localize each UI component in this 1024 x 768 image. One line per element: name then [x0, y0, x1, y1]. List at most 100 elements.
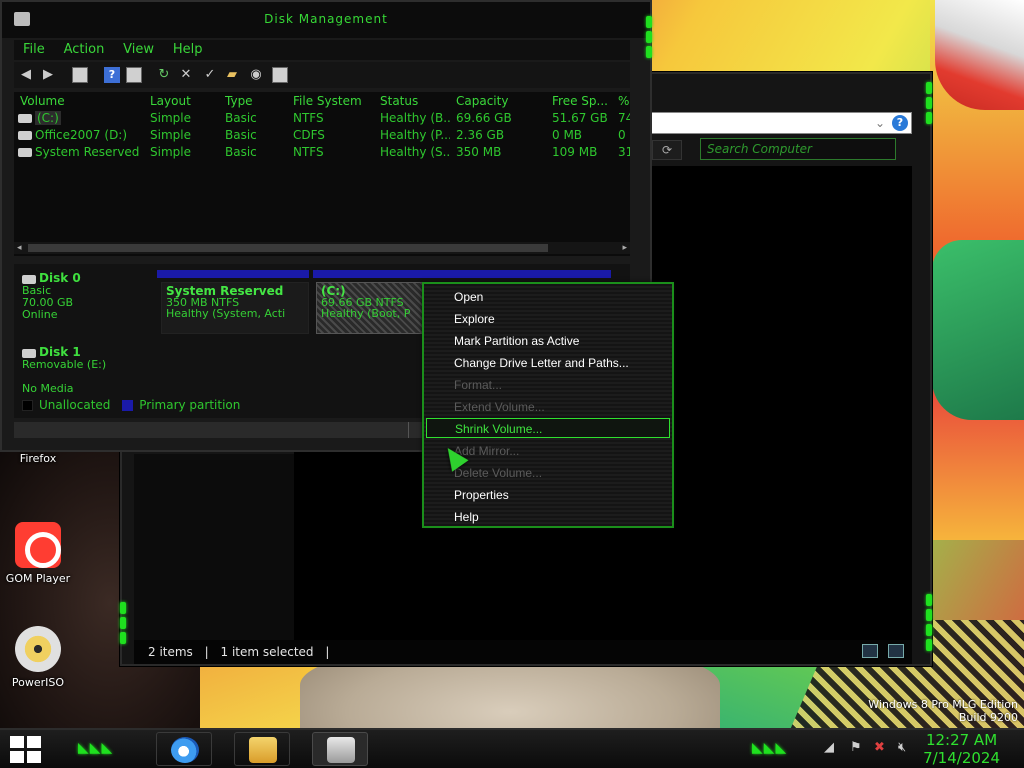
navigation-pane[interactable]: [134, 454, 294, 640]
open-folder-icon[interactable]: ▰: [224, 67, 240, 83]
show-hidden-icons-icon[interactable]: ◢: [824, 740, 834, 755]
column-header-capacity[interactable]: Capacity: [456, 94, 508, 108]
desktop-icon-label: PowerISO: [11, 676, 65, 689]
menu-item-help[interactable]: Help: [426, 507, 670, 527]
network-disconnected-icon[interactable]: ✖: [874, 740, 885, 755]
wallpaper-tube: [935, 0, 1024, 110]
refresh-button[interactable]: ⟳: [652, 140, 682, 160]
taskbar: ◣◣◣ ◣◣◣ ◢ ⚑ ✖ 🔇︎ 12:27 AM 7/14/2024: [0, 728, 1024, 768]
menu-help[interactable]: Help: [173, 40, 203, 60]
partition-context-menu: Open Explore Mark Partition as Active Ch…: [422, 282, 674, 528]
column-header-volume[interactable]: Volume: [20, 94, 65, 108]
taskbar-file-explorer[interactable]: [234, 732, 290, 766]
column-header-free-space[interactable]: Free Sp...: [552, 94, 608, 108]
internet-explorer-icon: [171, 737, 199, 763]
table-row[interactable]: (C:) Simple Basic NTFS Healthy (B... 69.…: [14, 111, 630, 128]
forward-arrow-icon[interactable]: ▶: [40, 67, 56, 83]
start-button[interactable]: [10, 736, 42, 764]
gom-player-icon: [15, 522, 61, 568]
scroll-left-icon[interactable]: ◂: [17, 242, 22, 254]
help-icon[interactable]: ?: [892, 115, 908, 131]
hard-disk-icon: [22, 274, 36, 284]
windows-logo-icon: [10, 736, 24, 748]
menu-item-open[interactable]: Open: [426, 287, 670, 307]
primary-partition-swatch: [122, 400, 134, 411]
system-clock[interactable]: 12:27 AM 7/14/2024: [923, 731, 1000, 767]
item-count: 2 items: [148, 645, 193, 659]
desktop-icon-poweriso[interactable]: PowerISO: [2, 626, 74, 689]
column-header-type[interactable]: Type: [225, 94, 253, 108]
column-header-layout[interactable]: Layout: [150, 94, 191, 108]
column-header-status[interactable]: Status: [380, 94, 418, 108]
search-disk-icon[interactable]: ◉: [248, 67, 264, 83]
volume-muted-icon[interactable]: 🔇︎: [898, 740, 906, 755]
drive-icon: [18, 148, 32, 157]
back-arrow-icon[interactable]: ◀: [18, 67, 34, 83]
disk-0-info[interactable]: Disk 0 Basic 70.00 GB Online: [22, 272, 81, 321]
properties-icon[interactable]: [126, 67, 142, 83]
menu-item-format: Format...: [454, 378, 503, 392]
window-title: Disk Management: [264, 12, 388, 26]
menu-item-explore[interactable]: Explore: [426, 309, 670, 329]
address-bar[interactable]: ⌄ ?: [642, 112, 912, 134]
menu-item-delete-volume: Delete Volume...: [454, 466, 543, 480]
help-topics-icon[interactable]: ?: [104, 67, 120, 83]
toolbar: ◀ ▶ ? ↻ ✕ ✓ ▰ ◉: [14, 62, 630, 88]
menu-item-extend-volume: Extend Volume...: [454, 400, 545, 414]
volume-list-header: Volume Layout Type File System Status Ca…: [14, 94, 630, 110]
rescan-icon[interactable]: [272, 67, 288, 83]
chevron-down-icon[interactable]: ⌄: [875, 116, 885, 130]
clock-time: 12:27 AM: [925, 731, 998, 749]
menu-item-shrink-volume[interactable]: Shrink Volume...: [426, 418, 670, 438]
menu-view[interactable]: View: [123, 40, 154, 60]
partition-system-reserved[interactable]: System Reserved 350 MB NTFS Healthy (Sys…: [161, 282, 309, 334]
desktop-icon-label: GOM Player: [5, 572, 71, 585]
led-decoration: [926, 82, 932, 127]
clock-date: 7/14/2024: [923, 749, 1000, 767]
menu-item-change-drive-letter[interactable]: Change Drive Letter and Paths...: [426, 353, 670, 373]
column-header-file-system[interactable]: File System: [293, 94, 362, 108]
table-row[interactable]: Office2007 (D:) Simple Basic CDFS Health…: [14, 128, 630, 145]
desktop-icon-label: Firefox: [19, 452, 57, 465]
partition-legend: Unallocated Primary partition: [22, 398, 240, 412]
led-decoration: [646, 16, 652, 61]
menu-action[interactable]: Action: [64, 40, 105, 60]
check-icon[interactable]: ✓: [202, 67, 218, 83]
column-header-percent[interactable]: %: [618, 94, 630, 108]
title-bar[interactable]: Disk Management: [2, 2, 650, 38]
led-decoration: ◣◣◣: [78, 740, 114, 756]
removable-disk-icon: [22, 348, 36, 358]
led-decoration: [926, 594, 932, 654]
cd-drive-icon: [18, 131, 32, 140]
disk-1-info[interactable]: Disk 1 Removable (E:) No Media: [22, 346, 106, 395]
console-tree-icon[interactable]: [72, 67, 88, 83]
disk-management-icon: [327, 737, 355, 763]
scrollbar-thumb[interactable]: [28, 244, 548, 252]
horizontal-scrollbar[interactable]: ◂ ▸: [14, 242, 630, 254]
volume-list: Volume Layout Type File System Status Ca…: [14, 92, 630, 256]
status-bar: 2 items | 1 item selected |: [134, 640, 912, 664]
menu-file[interactable]: File: [23, 40, 45, 60]
taskbar-internet-explorer[interactable]: [156, 732, 212, 766]
menu-bar: File Action View Help: [14, 40, 630, 60]
partition-bar-system-reserved: [157, 270, 309, 278]
desktop-icon-gom-player[interactable]: GOM Player: [2, 522, 74, 585]
large-icons-view-icon[interactable]: [888, 644, 904, 658]
taskbar-disk-management[interactable]: [312, 732, 368, 766]
led-decoration: [120, 602, 126, 647]
folder-icon: [249, 737, 277, 763]
unallocated-swatch: [22, 400, 33, 411]
menu-item-properties[interactable]: Properties: [426, 485, 670, 505]
action-center-flag-icon[interactable]: ⚑: [850, 740, 862, 755]
partition-bar-c: [313, 270, 611, 278]
search-input[interactable]: Search Computer: [700, 138, 896, 160]
partition-c[interactable]: (C:) 69.66 GB NTFS Healthy (Boot, P: [316, 282, 424, 334]
scroll-right-icon[interactable]: ▸: [622, 242, 627, 254]
refresh-icon[interactable]: ↻: [156, 67, 172, 83]
selected-count: 1 item selected: [220, 645, 314, 659]
menu-item-mark-active[interactable]: Mark Partition as Active: [426, 331, 670, 351]
details-view-icon[interactable]: [862, 644, 879, 658]
table-row[interactable]: System Reserved Simple Basic NTFS Health…: [14, 145, 630, 162]
windows-watermark: Windows 8 Pro MLG Edition Build 9200: [868, 698, 1018, 724]
delete-icon[interactable]: ✕: [178, 67, 194, 83]
